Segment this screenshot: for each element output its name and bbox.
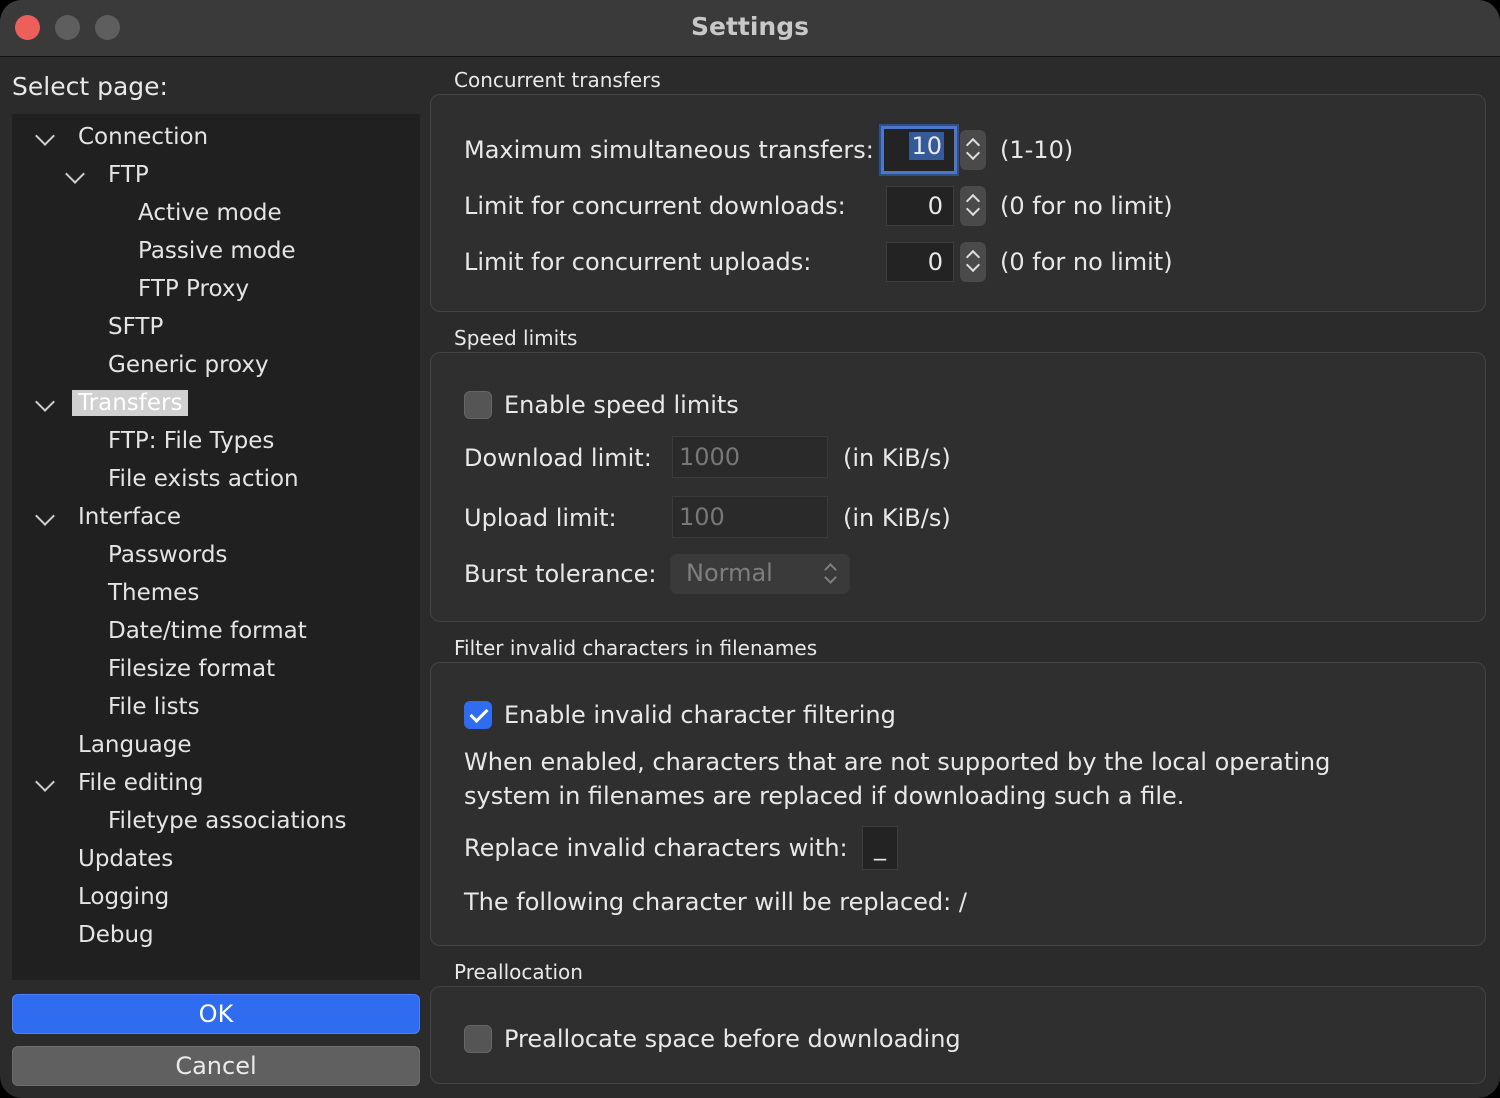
tree-item-passwords[interactable]: Passwords (108, 537, 227, 573)
chevron-down-icon[interactable] (35, 392, 55, 412)
download-limit-input[interactable]: 1000 (672, 436, 828, 478)
speed-limits-title: Speed limits (454, 326, 578, 350)
downloads-limit-label: Limit for concurrent downloads: (464, 192, 846, 220)
upload-limit-label: Upload limit: (464, 504, 617, 532)
tree-item-filetype-associations[interactable]: Filetype associations (108, 803, 346, 839)
tree-item-generic-proxy[interactable]: Generic proxy (108, 347, 269, 383)
downloads-limit-input[interactable]: 0 (886, 186, 954, 226)
enable-speed-limits-checkbox[interactable] (464, 391, 492, 419)
updown-arrows-icon (824, 563, 837, 585)
replaced-chars-info: The following character will be replaced… (464, 888, 967, 916)
replace-chars-label: Replace invalid characters with: (464, 834, 848, 862)
burst-tolerance-select[interactable]: Normal (670, 554, 850, 594)
replace-char-input[interactable]: _ (862, 826, 898, 870)
cancel-button[interactable]: Cancel (12, 1046, 420, 1086)
downloads-limit-stepper[interactable] (960, 186, 986, 226)
upload-limit-input[interactable]: 100 (672, 496, 828, 538)
tree-item-ftp-file-types[interactable]: FTP: File Types (108, 423, 274, 459)
tree-item-connection[interactable]: Connection (78, 119, 208, 155)
tree-item-passive-mode[interactable]: Passive mode (138, 233, 296, 269)
preallocate-label[interactable]: Preallocate space before downloading (504, 1025, 961, 1053)
tree-item-debug[interactable]: Debug (78, 917, 154, 953)
tree-item-filesize-format[interactable]: Filesize format (108, 651, 275, 687)
tree-item-ftp-proxy[interactable]: FTP Proxy (138, 271, 249, 307)
burst-tolerance-value: Normal (686, 559, 773, 587)
tree-item-sftp[interactable]: SFTP (108, 309, 163, 345)
tree-item-updates[interactable]: Updates (78, 841, 173, 877)
burst-tolerance-label: Burst tolerance: (464, 560, 657, 588)
window-title: Settings (690, 12, 809, 41)
enable-speed-limits-label[interactable]: Enable speed limits (504, 391, 739, 419)
tree-item-file-exists-action[interactable]: File exists action (108, 461, 299, 497)
filter-description-line1: When enabled, characters that are not su… (464, 748, 1331, 776)
filter-description-line2: system in filenames are replaced if down… (464, 782, 1185, 810)
uploads-limit-input[interactable]: 0 (886, 242, 954, 282)
tree-item-interface[interactable]: Interface (78, 499, 181, 535)
upload-limit-unit: (in KiB/s) (843, 504, 951, 532)
chevron-down-icon[interactable] (65, 164, 85, 184)
download-limit-label: Download limit: (464, 444, 652, 472)
tree-item-language[interactable]: Language (78, 727, 192, 763)
tree-item-transfers[interactable]: Transfers (72, 385, 189, 421)
tree-item-active-mode[interactable]: Active mode (138, 195, 282, 231)
enable-filtering-label[interactable]: Enable invalid character filtering (504, 701, 896, 729)
preallocate-checkbox[interactable] (464, 1025, 492, 1053)
page-tree[interactable]: Connection FTP Active mode Passive mode … (12, 114, 420, 980)
tree-item-logging[interactable]: Logging (78, 879, 169, 915)
chevron-down-icon[interactable] (35, 126, 55, 146)
uploads-limit-stepper[interactable] (960, 242, 986, 282)
tree-item-file-editing[interactable]: File editing (78, 765, 204, 801)
max-transfers-input[interactable]: 10 (881, 126, 957, 174)
ok-button[interactable]: OK (12, 994, 420, 1034)
preallocation-title: Preallocation (454, 960, 583, 984)
tree-item-themes[interactable]: Themes (108, 575, 199, 611)
select-page-label: Select page: (12, 72, 168, 101)
settings-window: Settings Select page: Connection FTP Act… (0, 0, 1500, 1098)
downloads-limit-hint: (0 for no limit) (1000, 192, 1173, 220)
filter-invalid-chars-title: Filter invalid characters in filenames (454, 636, 818, 660)
tree-item-datetime-format[interactable]: Date/time format (108, 613, 307, 649)
title-bar: Settings (0, 0, 1500, 57)
chevron-down-icon[interactable] (35, 506, 55, 526)
max-transfers-stepper[interactable] (960, 130, 986, 170)
max-transfers-label: Maximum simultaneous transfers: (464, 136, 874, 164)
tree-item-ftp[interactable]: FTP (108, 157, 149, 193)
uploads-limit-hint: (0 for no limit) (1000, 248, 1173, 276)
concurrent-transfers-title: Concurrent transfers (454, 68, 661, 92)
tree-item-file-lists[interactable]: File lists (108, 689, 200, 725)
uploads-limit-label: Limit for concurrent uploads: (464, 248, 812, 276)
max-transfers-hint: (1-10) (1000, 136, 1074, 164)
download-limit-unit: (in KiB/s) (843, 444, 951, 472)
enable-filtering-checkbox[interactable] (464, 701, 492, 729)
chevron-down-icon[interactable] (35, 772, 55, 792)
